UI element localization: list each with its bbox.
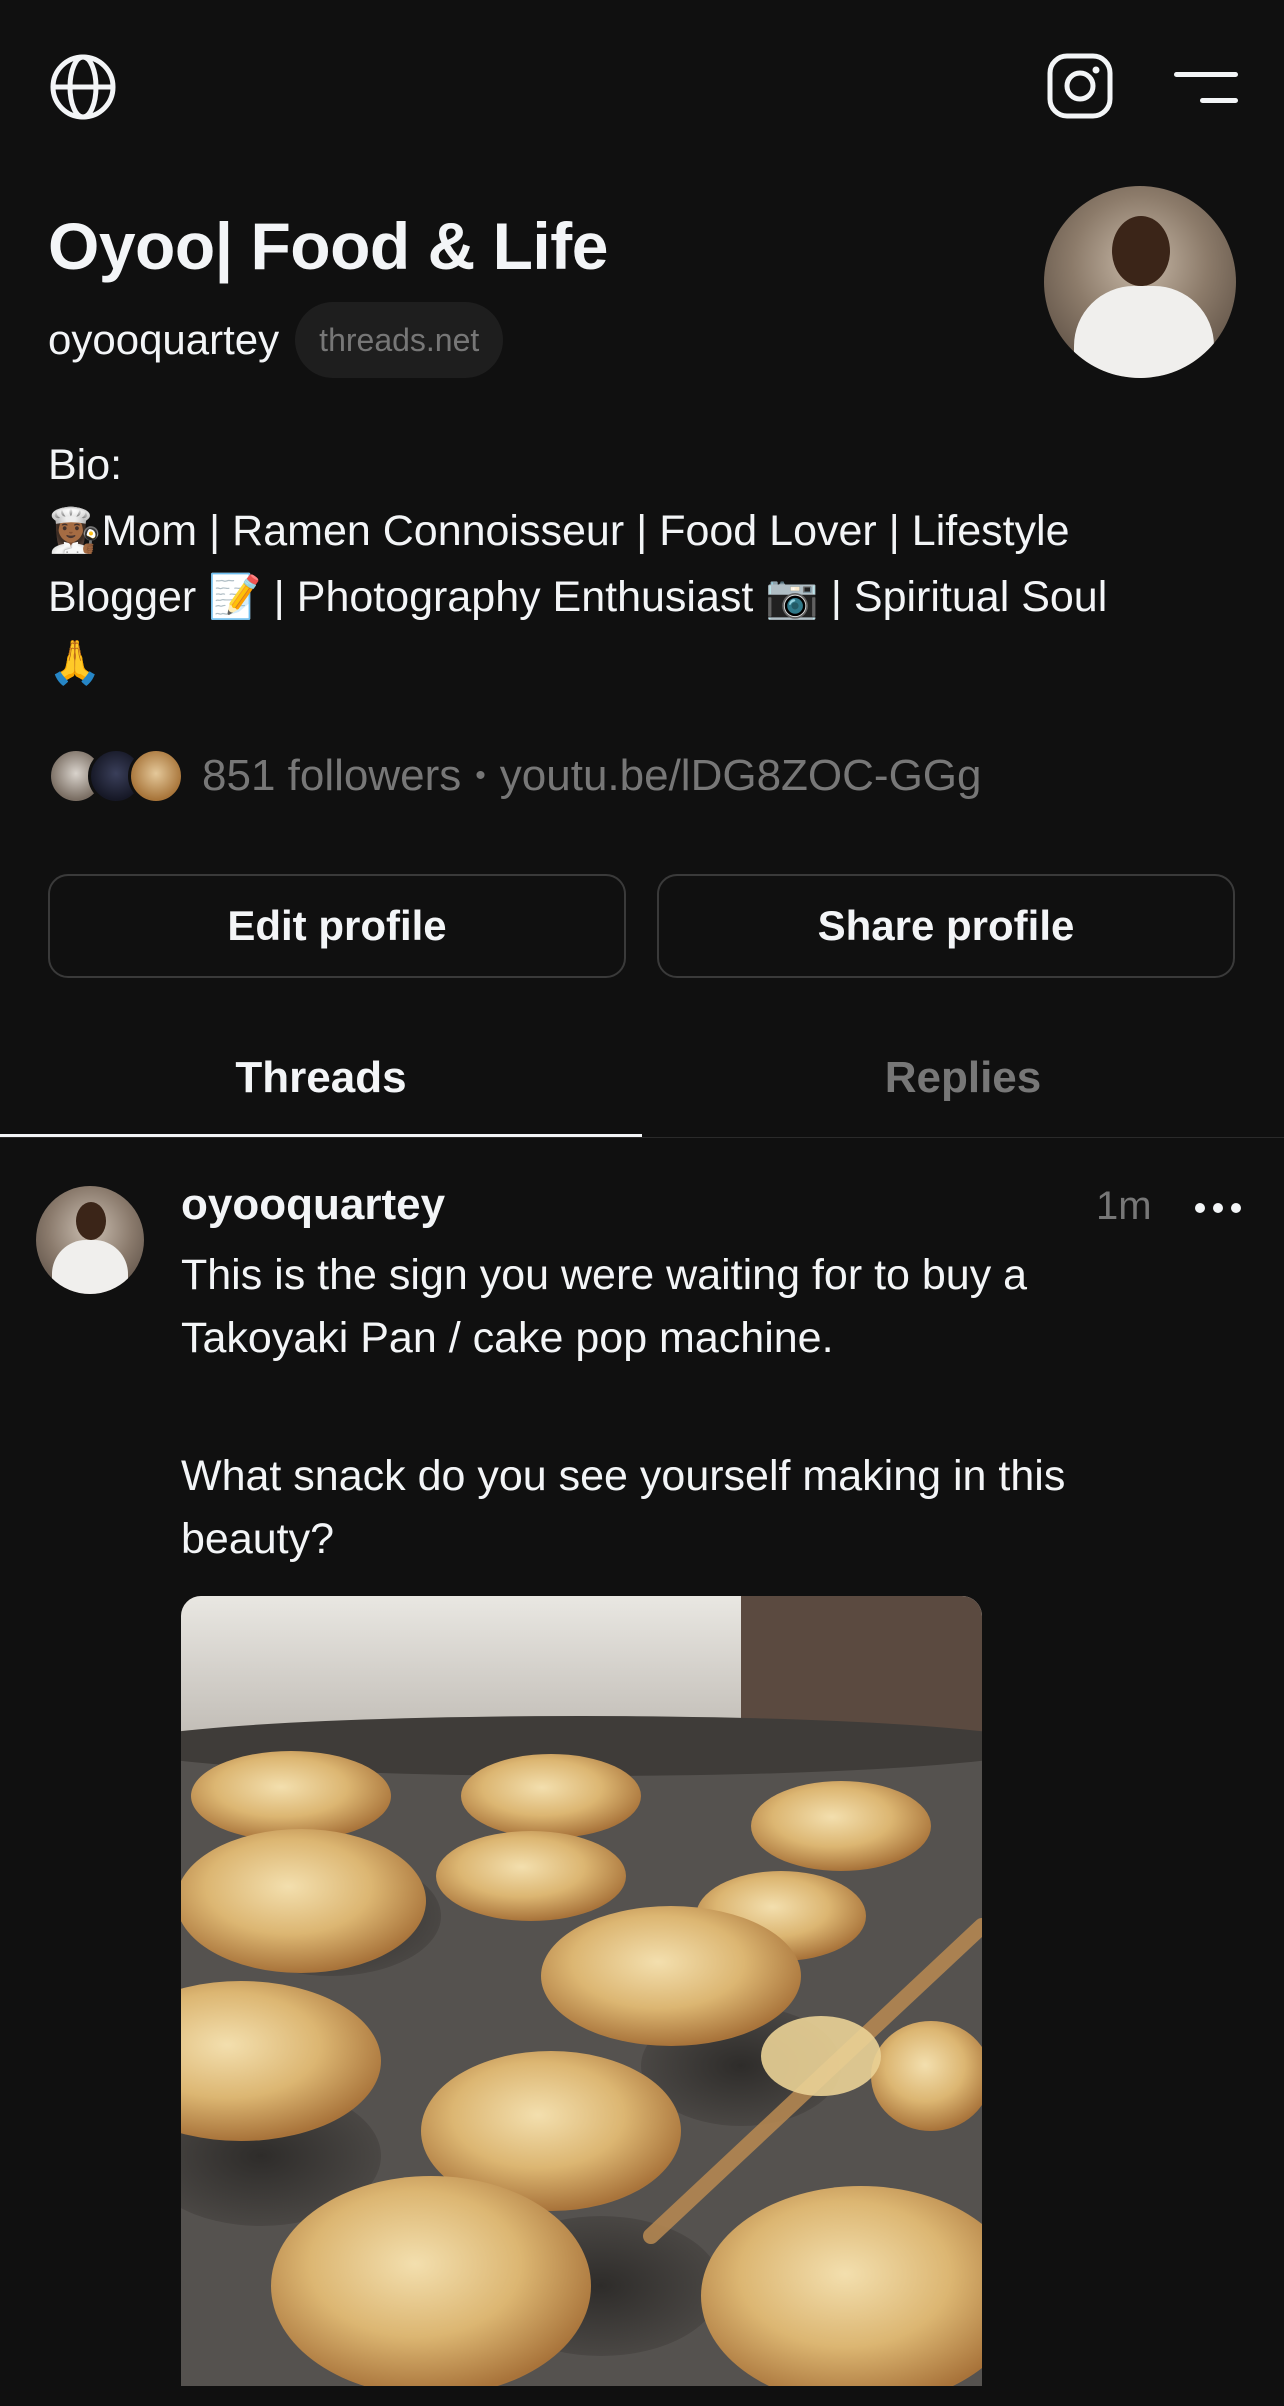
post-text-line: Takoyaki Pan / cake pop machine. — [181, 1314, 834, 1362]
post-image[interactable] — [181, 1596, 982, 2386]
tab-replies[interactable]: Replies — [642, 1040, 1284, 1136]
followers-count[interactable]: 851 followers — [202, 751, 461, 801]
profile-page: Oyoo| Food & Life oyooquartey threads.ne… — [0, 0, 1284, 2406]
profile-avatar[interactable] — [1044, 186, 1236, 378]
tab-divider — [0, 1137, 1284, 1138]
post-author-avatar[interactable] — [36, 1186, 144, 1294]
bio-line: 🙏 — [48, 639, 102, 687]
bio-line: 👩🏾‍🍳Mom | Ramen Connoisseur | Food Lover… — [48, 507, 1070, 555]
handle-row: oyooquartey threads.net — [48, 302, 504, 378]
follower-avatar — [128, 748, 184, 804]
follower-avatars[interactable] — [48, 748, 188, 804]
avatar-face-shape — [76, 1202, 106, 1240]
post-username[interactable]: oyooquartey — [181, 1180, 445, 1230]
bio-line: Blogger 📝 | Photography Enthusiast 📷 | S… — [48, 573, 1108, 621]
followers-row: 851 followers • youtu.be/lDG8ZOC-GGg — [48, 746, 982, 806]
profile-display-name: Oyoo| Food & Life — [48, 209, 608, 283]
more-icon[interactable] — [1190, 1186, 1246, 1230]
domain-badge[interactable]: threads.net — [295, 302, 504, 378]
menu-icon[interactable] — [1174, 68, 1238, 108]
bio-line: Bio: — [48, 441, 123, 489]
instagram-icon[interactable] — [1046, 52, 1114, 120]
top-bar — [0, 0, 1284, 180]
post-timestamp: 1m — [1096, 1184, 1152, 1228]
globe-icon[interactable] — [48, 52, 118, 122]
post-text-line: beauty? — [181, 1515, 335, 1563]
tab-threads[interactable]: Threads — [0, 1040, 642, 1136]
profile-bio: Bio: 👩🏾‍🍳Mom | Ramen Connoisseur | Food … — [48, 432, 1238, 696]
profile-link[interactable]: youtu.be/lDG8ZOC-GGg — [500, 751, 982, 801]
edit-profile-button[interactable]: Edit profile — [48, 874, 626, 978]
profile-handle: oyooquartey — [48, 316, 280, 363]
share-profile-button[interactable]: Share profile — [657, 874, 1235, 978]
post-text-line: What snack do you see yourself making in… — [181, 1452, 1066, 1500]
post-body: This is the sign you were waiting for to… — [181, 1244, 1241, 1571]
takoyaki-pan-photo — [181, 1596, 982, 2386]
avatar-face-shape — [1112, 216, 1170, 286]
separator-dot: • — [475, 759, 486, 792]
post-text-gap — [181, 1370, 1241, 1445]
avatar-body-shape — [1074, 286, 1214, 378]
post-text-line: This is the sign you were waiting for to… — [181, 1251, 1028, 1299]
avatar-body-shape — [52, 1240, 128, 1294]
